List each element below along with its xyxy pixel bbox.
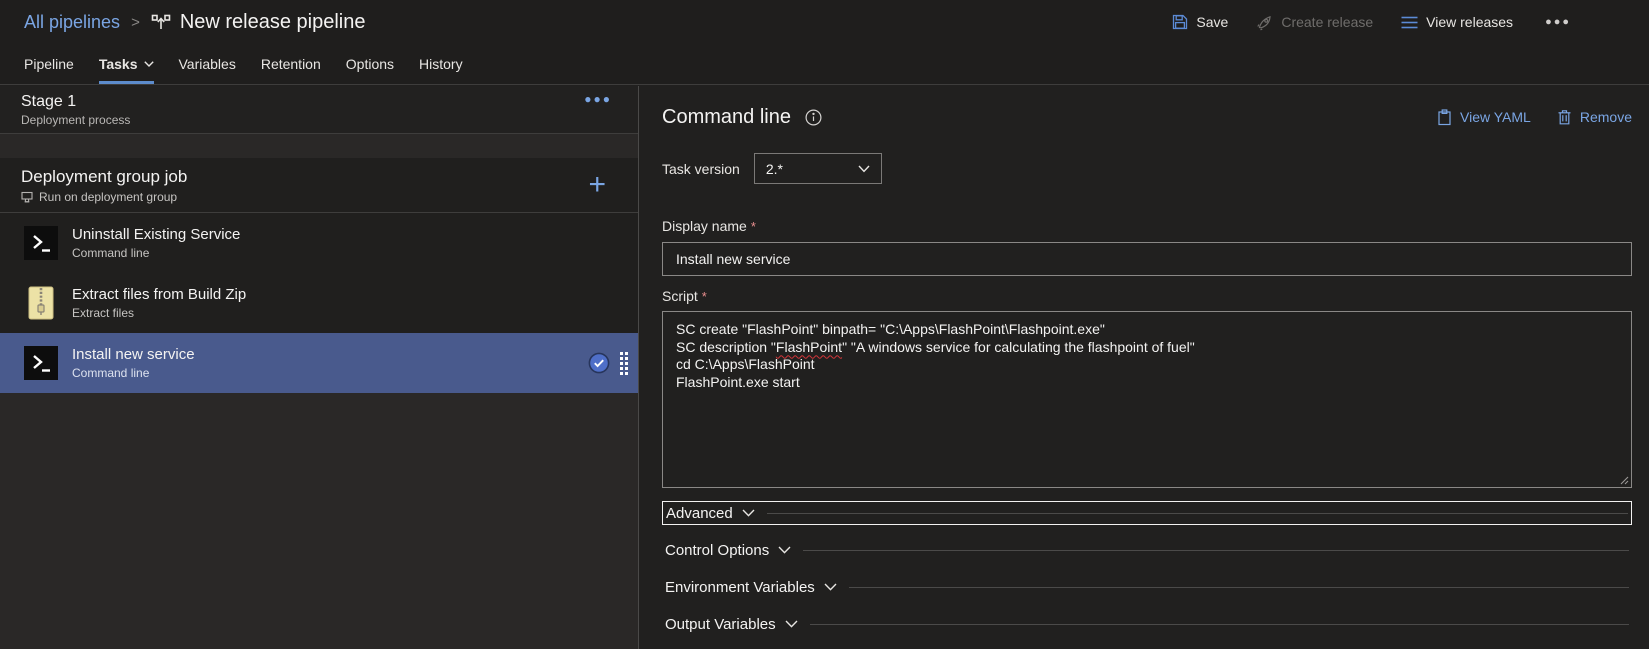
breadcrumb-all-pipelines-link[interactable]: All pipelines bbox=[24, 12, 120, 33]
section-divider bbox=[803, 549, 1629, 551]
command-line-task-icon bbox=[24, 226, 58, 260]
misspelled-word: FlashPoint bbox=[775, 338, 843, 355]
display-name-label: Display name bbox=[662, 218, 747, 234]
script-line-2: SC description "FlashPoint" "A windows s… bbox=[676, 338, 1195, 355]
add-task-button[interactable]: + bbox=[588, 170, 606, 200]
section-label: Advanced bbox=[666, 504, 733, 522]
required-marker: * bbox=[750, 219, 756, 234]
list-icon bbox=[1401, 15, 1418, 30]
task-type: Extract files bbox=[72, 306, 135, 320]
drag-handle[interactable] bbox=[620, 351, 628, 375]
tab-retention[interactable]: Retention bbox=[261, 44, 321, 84]
info-icon[interactable] bbox=[805, 108, 822, 126]
remove-label: Remove bbox=[1579, 109, 1632, 125]
clipboard-icon bbox=[1437, 108, 1452, 126]
zip-file-task-icon bbox=[24, 286, 58, 320]
trash-icon bbox=[1557, 109, 1572, 125]
stage-header[interactable]: Stage 1 Deployment process ●●● bbox=[0, 86, 638, 134]
tab-variables[interactable]: Variables bbox=[179, 44, 236, 84]
save-icon bbox=[1172, 14, 1188, 30]
view-releases-button[interactable]: View releases bbox=[1401, 14, 1513, 30]
command-line-task-icon bbox=[24, 346, 58, 380]
section-label: Output Variables bbox=[665, 615, 776, 633]
view-releases-label: View releases bbox=[1426, 14, 1514, 30]
task-detail-title: Command line bbox=[662, 105, 791, 128]
rocket-icon bbox=[1256, 14, 1273, 31]
tab-pipeline[interactable]: Pipeline bbox=[24, 44, 74, 84]
selected-check-icon bbox=[588, 352, 610, 374]
required-marker: * bbox=[701, 289, 707, 304]
task-version-label: Task version bbox=[662, 160, 740, 177]
chevron-down-icon bbox=[778, 546, 791, 554]
section-label: Control Options bbox=[665, 541, 770, 559]
section-output-variables[interactable]: Output Variables bbox=[662, 612, 1632, 636]
view-yaml-button[interactable]: View YAML bbox=[1437, 108, 1531, 126]
section-environment-variables[interactable]: Environment Variables bbox=[662, 575, 1632, 599]
script-line-1: SC create "FlashPoint" binpath= "C:\Apps… bbox=[676, 321, 1105, 337]
save-button[interactable]: Save bbox=[1172, 14, 1228, 30]
view-yaml-label: View YAML bbox=[1460, 109, 1531, 125]
script-textarea[interactable]: SC create "FlashPoint" binpath= "C:\Apps… bbox=[662, 311, 1632, 488]
task-version-dropdown[interactable]: 2.* bbox=[753, 153, 882, 184]
chevron-down-icon bbox=[143, 61, 154, 67]
script-line-3: cd C:\Apps\FlashPoint bbox=[676, 356, 815, 372]
chevron-down-icon bbox=[785, 620, 798, 628]
tab-options[interactable]: Options bbox=[346, 44, 394, 84]
tab-tasks-label: Tasks bbox=[98, 56, 138, 72]
chevron-down-icon bbox=[824, 583, 837, 591]
resize-grip-icon[interactable] bbox=[1619, 475, 1629, 485]
stage-more-button[interactable]: ●●● bbox=[584, 92, 612, 106]
more-actions-button[interactable]: ●●● bbox=[1541, 16, 1575, 28]
chevron-down-icon bbox=[742, 509, 755, 517]
task-title: Extract files from Build Zip bbox=[72, 286, 247, 303]
stage-tasks-panel: Stage 1 Deployment process ●●● Deploymen… bbox=[0, 86, 639, 649]
job-card: Deployment group job Run on deployment g… bbox=[0, 158, 638, 393]
task-detail-panel: Command line View YAML Remove Task versi… bbox=[639, 86, 1649, 649]
section-label: Environment Variables bbox=[665, 578, 815, 596]
display-name-input[interactable] bbox=[662, 242, 1632, 276]
breadcrumb-separator: > bbox=[131, 13, 140, 31]
tab-tasks[interactable]: Tasks bbox=[99, 44, 154, 84]
task-version-value: 2.* bbox=[765, 160, 783, 177]
section-divider bbox=[809, 623, 1629, 625]
section-divider bbox=[766, 512, 1628, 514]
job-subtitle: Run on deployment group bbox=[39, 189, 178, 204]
deployment-group-job-header[interactable]: Deployment group job Run on deployment g… bbox=[0, 158, 638, 213]
release-pipeline-icon bbox=[151, 12, 171, 32]
create-release-button[interactable]: Create release bbox=[1256, 14, 1373, 31]
task-title: Uninstall Existing Service bbox=[72, 226, 241, 243]
task-title: Install new service bbox=[72, 346, 195, 363]
toolbar: Save Create release View releases ●●● bbox=[1172, 14, 1575, 31]
task-row-extract-files[interactable]: Extract files from Build Zip Extract fil… bbox=[0, 273, 638, 333]
task-row-uninstall-existing-service[interactable]: Uninstall Existing Service Command line bbox=[0, 213, 638, 273]
stage-title: Stage 1 bbox=[21, 93, 77, 110]
deployment-machine-icon bbox=[21, 191, 33, 203]
save-label: Save bbox=[1196, 14, 1229, 30]
section-advanced[interactable]: Advanced bbox=[662, 501, 1632, 525]
script-line-4: FlashPoint.exe start bbox=[676, 373, 800, 390]
top-bar: All pipelines > New release pipeline Sav… bbox=[0, 0, 1649, 44]
section-control-options[interactable]: Control Options bbox=[662, 538, 1632, 562]
remove-task-button[interactable]: Remove bbox=[1557, 109, 1632, 125]
task-type: Command line bbox=[72, 366, 150, 380]
tab-bar: Pipeline Tasks Variables Retention Optio… bbox=[0, 44, 1649, 85]
page-title: New release pipeline bbox=[179, 10, 366, 33]
task-row-install-new-service[interactable]: Install new service Command line bbox=[0, 333, 638, 393]
chevron-down-icon bbox=[858, 165, 870, 172]
task-type: Command line bbox=[72, 246, 150, 260]
main-split: Stage 1 Deployment process ●●● Deploymen… bbox=[0, 86, 1649, 649]
stage-subtitle: Deployment process bbox=[21, 113, 131, 127]
release-pipeline-editor: All pipelines > New release pipeline Sav… bbox=[0, 0, 1649, 649]
tab-history[interactable]: History bbox=[419, 44, 463, 84]
job-title: Deployment group job bbox=[21, 166, 188, 186]
create-release-label: Create release bbox=[1281, 14, 1374, 30]
script-label: Script bbox=[662, 288, 698, 304]
section-divider bbox=[848, 586, 1629, 588]
